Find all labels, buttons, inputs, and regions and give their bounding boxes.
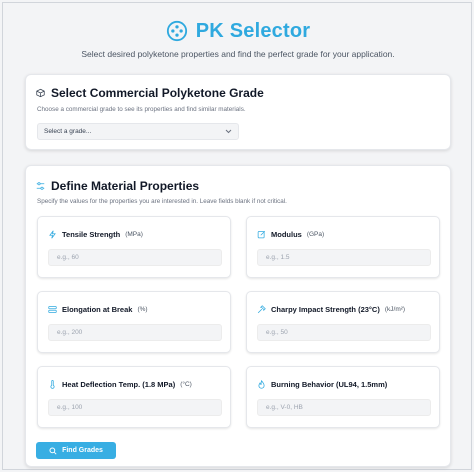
thermometer-icon [50, 380, 55, 389]
charpy-impact-input[interactable]: e.g., 50 [257, 324, 431, 341]
grade-selection-card: Select Commercial Polyketone Grade Choos… [25, 74, 451, 150]
chevron-down-icon [225, 129, 232, 134]
page-subtitle: Select desired polyketone properties and… [81, 49, 395, 59]
stretch-icon [48, 306, 57, 313]
property-label: Elongation at Break (%) [48, 305, 148, 314]
material-properties-card: Define Material Properties Specify the v… [25, 165, 451, 467]
property-label: Modulus (GPa) [257, 230, 324, 239]
heat-deflection-input[interactable]: e.g., 100 [48, 399, 222, 416]
grade-section-header: Select Commercial Polyketone Grade [36, 86, 264, 100]
grade-section-title: Select Commercial Polyketone Grade [51, 86, 264, 100]
property-unit: (GPa) [306, 231, 325, 238]
elongation-input[interactable]: e.g., 200 [48, 324, 222, 341]
property-card-elongation: Elongation at Break (%) e.g., 200 [37, 291, 231, 353]
page-header: PK Selector Select desired polyketone pr… [3, 17, 473, 60]
app-window: PK Selector Select desired polyketone pr… [2, 2, 472, 470]
grade-section-description: Choose a commercial grade to see its pro… [37, 106, 246, 113]
flame-icon [258, 380, 265, 389]
search-icon [49, 446, 57, 455]
property-name: Elongation at Break [62, 305, 133, 314]
properties-section-title: Define Material Properties [51, 179, 200, 193]
property-unit: (°C) [180, 381, 192, 388]
title-row: PK Selector [3, 17, 473, 45]
property-card-modulus: Modulus (GPa) e.g., 1.5 [246, 216, 440, 278]
hammer-icon [257, 305, 266, 314]
properties-section-header: Define Material Properties [36, 179, 199, 193]
property-unit: (kJ/m²) [384, 306, 406, 313]
property-label: Heat Deflection Temp. (1.8 MPa) (°C) [48, 380, 192, 389]
properties-section-description: Specify the values for the properties yo… [37, 198, 287, 205]
grade-select-value: Select a grade... [44, 128, 92, 135]
property-name: Modulus [271, 230, 302, 239]
property-card-burning-behavior: Burning Behavior (UL94, 1.5mm) e.g., V-0… [246, 366, 440, 428]
property-card-tensile-strength: Tensile Strength (MPa) e.g., 60 [37, 216, 231, 278]
modulus-input[interactable]: e.g., 1.5 [257, 249, 431, 266]
bolt-icon [49, 230, 56, 239]
property-label: Charpy Impact Strength (23°C) (kJ/m²) [257, 305, 405, 314]
find-grades-label: Find Grades [62, 447, 103, 454]
property-label: Tensile Strength (MPa) [48, 230, 143, 239]
find-grades-button[interactable]: Find Grades [36, 442, 116, 459]
property-unit: (MPa) [125, 231, 143, 238]
property-unit: (%) [137, 306, 148, 313]
property-name: Burning Behavior (UL94, 1.5mm) [271, 380, 388, 389]
edit-icon [257, 230, 266, 239]
property-name: Charpy Impact Strength (23°C) [271, 305, 380, 314]
property-card-heat-deflection: Heat Deflection Temp. (1.8 MPa) (°C) e.g… [37, 366, 231, 428]
property-name: Tensile Strength [62, 230, 121, 239]
page-title: PK Selector [195, 19, 311, 42]
property-card-charpy-impact: Charpy Impact Strength (23°C) (kJ/m²) e.… [246, 291, 440, 353]
tensile-strength-input[interactable]: e.g., 60 [48, 249, 222, 266]
cube-icon [36, 88, 45, 98]
burning-behavior-input[interactable]: e.g., V-0, HB [257, 399, 431, 416]
molecule-icon [166, 20, 187, 42]
property-label: Burning Behavior (UL94, 1.5mm) [257, 380, 392, 389]
property-name: Heat Deflection Temp. (1.8 MPa) [62, 380, 176, 389]
grade-select[interactable]: Select a grade... [37, 123, 239, 140]
sliders-icon [36, 182, 45, 190]
